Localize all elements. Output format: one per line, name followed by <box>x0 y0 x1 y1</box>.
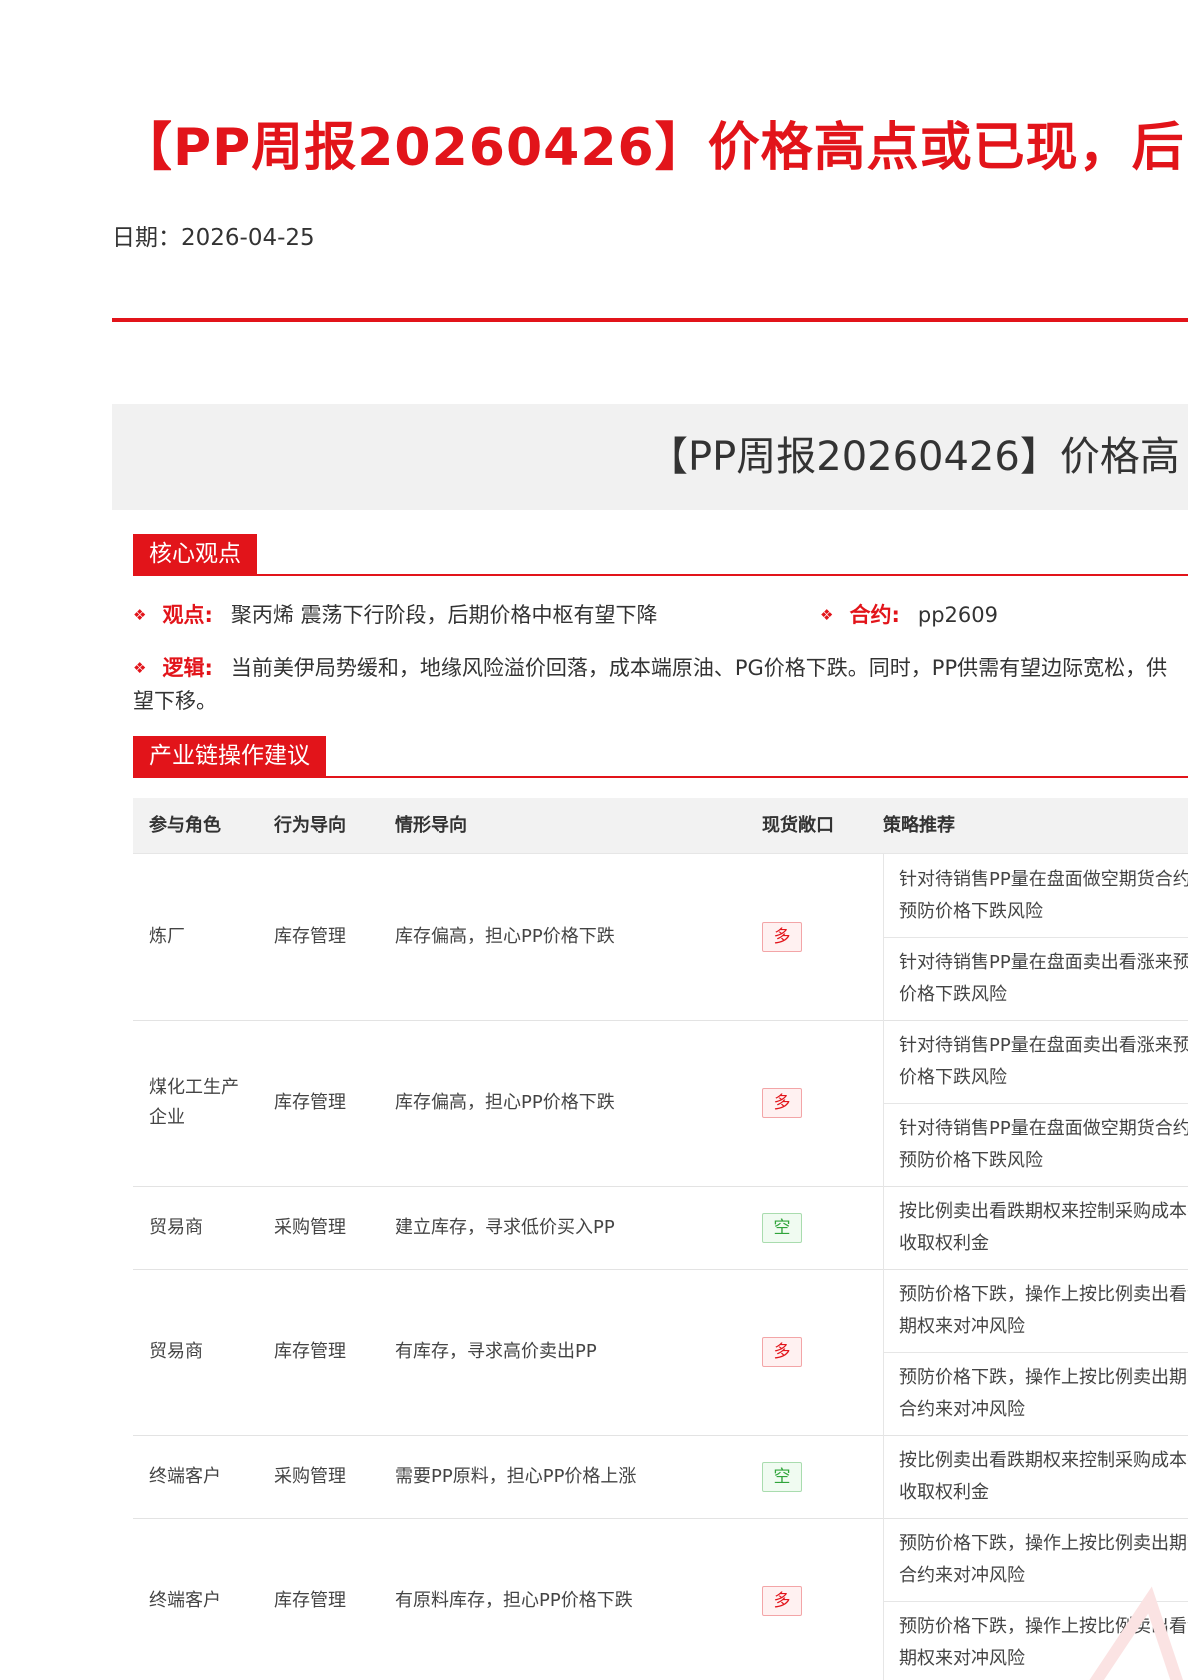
strategy-text: 针对待销售PP量在盘面做空期货合约 预防价格下跌风险 <box>899 1117 1188 1171</box>
logic-value: 当前美伊局势缓和，地缘风险溢价回落，成本端原油、PG价格下跌。同时，PP供需有望… <box>230 656 1168 680</box>
strategy-text: 按比例卖出看跌期权来控制采购成本并 收取权利金 <box>899 1449 1188 1503</box>
contract-value: pp2609 <box>917 603 998 627</box>
exposure-badge: 多 <box>762 922 802 952</box>
logic-line: ❖ 逻辑: 当前美伊局势缓和，地缘风险溢价回落，成本端原油、PG价格下跌。同时，PP… <box>133 653 1167 685</box>
report-page: 【PP周报20260426】价格高点或已现，后 日期：2026-04-25 【P… <box>0 0 1188 1680</box>
cell-role: 终端客户 <box>149 1465 221 1487</box>
title-divider <box>112 318 1188 322</box>
cell-behavior: 库存管理 <box>274 1590 346 1611</box>
core-view-tag: 核心观点 <box>133 534 257 574</box>
cell-situation: 需要PP原料，担心PP价格上涨 <box>395 1465 637 1487</box>
cell-strategies: 按比例卖出看跌期权来控制采购成本并 收取权利金 <box>883 1435 1188 1518</box>
strategy-item: 针对待销售PP量在盘面卖出看涨来预 价格下跌风险 <box>884 937 1188 1020</box>
chain-section-header: 产业链操作建议 <box>133 736 1188 778</box>
strategy-item: 针对待销售PP量在盘面做空期货合约 预防价格下跌风险 <box>884 854 1188 938</box>
cell-situation: 库存偏高，担心PP价格下跌 <box>395 926 615 947</box>
table-row: 终端客户 库存管理 有原料库存，担心PP价格下跌多预防价格下跌，操作上按比例卖出期货… <box>133 1518 1188 1680</box>
strategy-item: 针对待销售PP量在盘面做空期货合约 预防价格下跌风险 <box>884 1103 1188 1186</box>
strategy-item: 预防价格下跌，操作上按比例卖出看涨 期权来对冲风险 <box>884 1269 1188 1353</box>
report-banner: 【PP周报20260426】价格高 <box>112 404 1188 510</box>
core-view-section-header: 核心观点 <box>133 534 1188 576</box>
col-strategy: 策略推荐 <box>883 815 955 836</box>
diamond-bullet-icon: ❖ <box>133 659 147 677</box>
diamond-bullet-icon: ❖ <box>133 606 147 624</box>
cell-strategies: 按比例卖出看跌期权来控制采购成本并 收取权利金 <box>883 1186 1188 1269</box>
cell-role: 煤化工生产 企业 <box>149 1077 239 1128</box>
cell-strategies: 针对待销售PP量在盘面卖出看涨来预 价格下跌风险 针对待销售PP量在盘面做空期货合约… <box>883 1020 1188 1186</box>
cell-situation: 有库存，寻求高价卖出PP <box>395 1341 597 1362</box>
strategy-text: 针对待销售PP量在盘面卖出看涨来预 价格下跌风险 <box>899 1034 1188 1088</box>
view-line: ❖ 观点: 聚丙烯 震荡下行阶段，后期价格中枢有望下降 <box>133 600 658 632</box>
cell-situation: 建立库存，寻求低价买入PP <box>395 1216 615 1238</box>
col-exposure: 现货敞口 <box>762 815 834 836</box>
strategy-text: 预防价格下跌，操作上按比例卖出看涨 期权来对冲风险 <box>899 1283 1188 1337</box>
table-row: 煤化工生产 企业 库存管理 库存偏高，担心PP价格下跌 多 针对待销售PP量在盘面卖出看涨… <box>133 1020 1188 1187</box>
cell-behavior: 库存管理 <box>274 1092 346 1113</box>
watermark-logo <box>1089 1586 1183 1680</box>
logic-key: 逻辑: <box>162 656 213 680</box>
exposure-badge: 多 <box>762 1586 802 1616</box>
report-date: 日期：2026-04-25 <box>112 225 315 251</box>
chain-tag: 产业链操作建议 <box>133 736 326 776</box>
exposure-badge: 空 <box>762 1461 802 1492</box>
strategy-item: 按比例卖出看跌期权来控制采购成本并 收取权利金 <box>884 1186 1188 1269</box>
cell-strategies: 预防价格下跌，操作上按比例卖出看涨 期权来对冲风险 预防价格下跌，操作上按比例卖出期… <box>883 1269 1188 1435</box>
strategy-text: 按比例卖出看跌期权来控制采购成本并 收取权利金 <box>899 1200 1188 1254</box>
view-value: 聚丙烯 震荡下行阶段，后期价格中枢有望下降 <box>230 603 658 627</box>
banner-title: 【PP周报20260426】价格高 <box>648 434 1180 480</box>
contract-key: 合约: <box>849 603 900 627</box>
diamond-bullet-icon: ❖ <box>820 606 834 624</box>
cell-situation: 有原料库存，担心PP价格下跌 <box>395 1590 633 1611</box>
table-row: 炼厂 库存管理 库存偏高，担心PP价格下跌 多 针对待销售PP量在盘面做空期货合约 预防价… <box>133 854 1188 1021</box>
table-header: 参与角色 行为导向 情形导向 现货敞口 策略推荐 <box>133 798 1188 854</box>
report-title: 【PP周报20260426】价格高点或已现，后 <box>120 118 1185 178</box>
col-situation: 情形导向 <box>395 815 467 836</box>
cell-behavior: 采购管理 <box>274 1465 346 1487</box>
cell-behavior: 库存管理 <box>274 1341 346 1362</box>
cell-behavior: 采购管理 <box>274 1216 346 1238</box>
cell-role: 终端客户 <box>149 1590 221 1611</box>
strategy-item: 针对待销售PP量在盘面卖出看涨来预 价格下跌风险 <box>884 1020 1188 1104</box>
cell-role: 贸易商 <box>149 1216 203 1238</box>
table-row: 贸易商 采购管理 建立库存，寻求低价买入PP 空 按比例卖出看跌期权来控制采购成本并 收取… <box>133 1186 1188 1270</box>
view-key: 观点: <box>162 603 213 627</box>
exposure-badge: 多 <box>762 1088 802 1118</box>
table-row: 终端客户 采购管理 需要PP原料，担心PP价格上涨 空 按比例卖出看跌期权来控制采购成本… <box>133 1435 1188 1519</box>
cell-behavior: 库存管理 <box>274 926 346 947</box>
col-role: 参与角色 <box>149 815 221 836</box>
contract-line: ❖ 合约: pp2609 <box>820 600 998 632</box>
table-row: 贸易商 库存管理 有库存，寻求高价卖出PP 多 预防价格下跌，操作上按比例卖出看涨 期权来… <box>133 1269 1188 1436</box>
strategy-text: 预防价格下跌，操作上按比例卖出期货 合约来对冲风险 <box>899 1366 1188 1420</box>
strategy-item: 按比例卖出看跌期权来控制采购成本并 收取权利金 <box>884 1435 1188 1518</box>
exposure-badge: 多 <box>762 1337 802 1367</box>
cell-strategies: 针对待销售PP量在盘面做空期货合约 预防价格下跌风险 针对待销售PP量在盘面卖出看涨… <box>883 854 1188 1020</box>
col-behavior: 行为导向 <box>274 815 346 836</box>
logic-value-continued: 望下移。 <box>133 689 217 713</box>
exposure-badge: 空 <box>762 1212 802 1243</box>
cell-role: 贸易商 <box>149 1341 203 1362</box>
strategy-text: 针对待销售PP量在盘面做空期货合约 预防价格下跌风险 <box>899 868 1188 922</box>
strategy-item: 预防价格下跌，操作上按比例卖出期货 合约来对冲风险 <box>884 1352 1188 1435</box>
cell-role: 炼厂 <box>149 926 185 947</box>
cell-situation: 库存偏高，担心PP价格下跌 <box>395 1092 615 1113</box>
strategy-text: 针对待销售PP量在盘面卖出看涨来预 价格下跌风险 <box>899 951 1188 1005</box>
